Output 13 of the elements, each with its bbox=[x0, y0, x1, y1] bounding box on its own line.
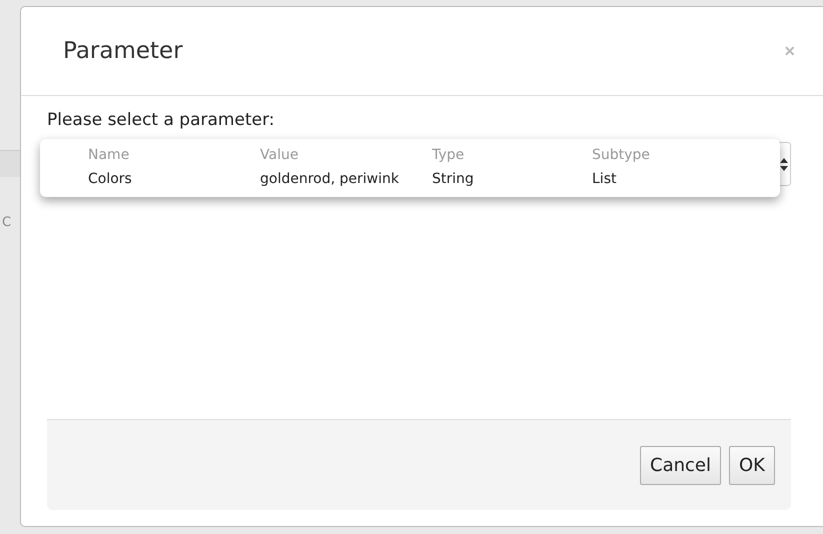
option-cell[interactable]: Colors bbox=[88, 167, 260, 191]
option-cell[interactable]: List bbox=[592, 167, 780, 191]
background-text: C bbox=[2, 215, 12, 230]
column-header: Type bbox=[432, 146, 466, 165]
column-header: Name bbox=[88, 146, 130, 165]
option-cell[interactable]: String bbox=[432, 167, 592, 191]
column-header: Value bbox=[260, 146, 300, 165]
dialog-title: Parameter bbox=[63, 38, 183, 64]
prompt-label: Please select a parameter: bbox=[47, 110, 276, 130]
column-header: Subtype bbox=[592, 146, 651, 165]
option-cell[interactable]: goldenrod, periwink bbox=[260, 167, 432, 191]
dialog-button[interactable]: Cancel bbox=[640, 446, 722, 484]
dialog-button[interactable]: OK bbox=[729, 446, 775, 484]
